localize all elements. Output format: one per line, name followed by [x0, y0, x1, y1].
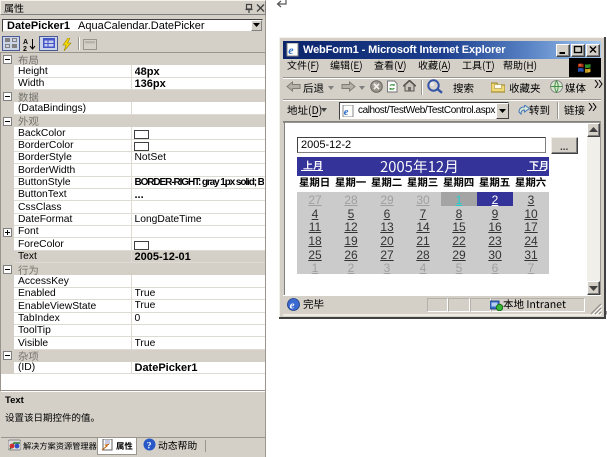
svg-text:e: e: [344, 107, 349, 117]
svg-text:e: e: [290, 300, 295, 311]
svg-text:?: ?: [147, 441, 152, 451]
svg-text:2: 2: [23, 46, 27, 51]
svg-text:A: A: [23, 39, 28, 46]
svg-text:e: e: [288, 43, 294, 57]
